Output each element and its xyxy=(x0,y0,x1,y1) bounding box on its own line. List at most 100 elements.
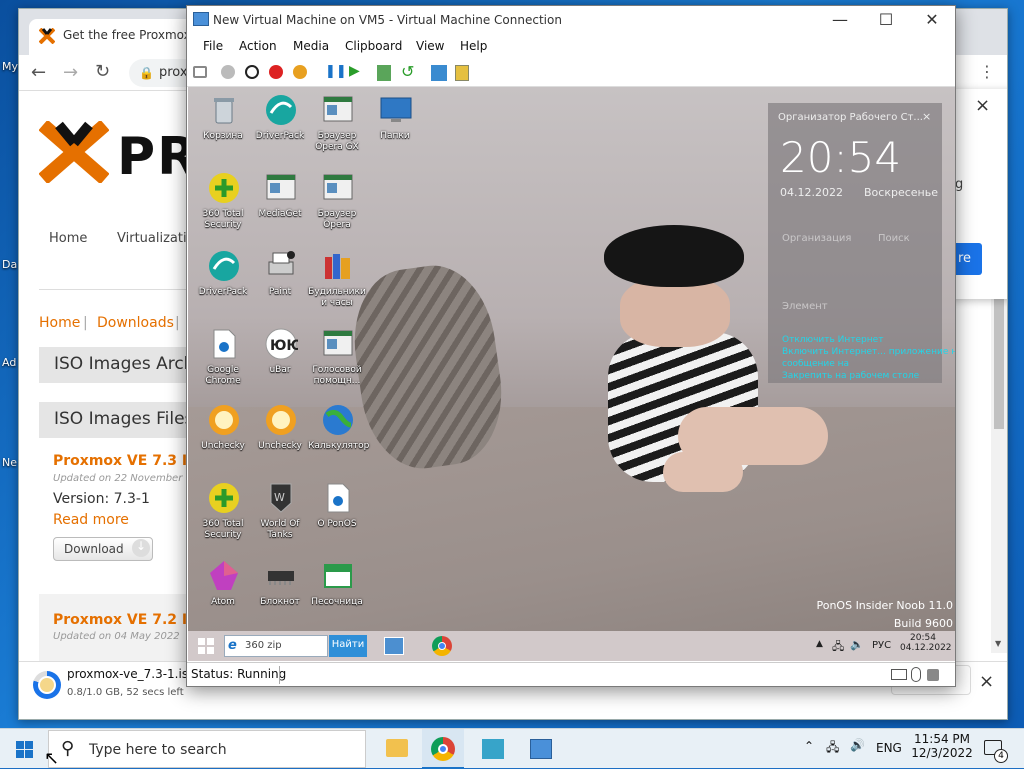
chrome-scrollbar-thumb[interactable] xyxy=(994,299,1004,429)
menu-media[interactable]: Media xyxy=(293,39,329,53)
vm-connection-window: New Virtual Machine on VM5 - Virtual Mac… xyxy=(186,5,956,687)
download-button[interactable]: Download ↓ xyxy=(53,537,153,561)
power-icon[interactable] xyxy=(293,65,307,79)
guest-start-icon[interactable] xyxy=(198,638,214,654)
reload-icon[interactable]: ↻ xyxy=(95,61,110,82)
hyperv-icon[interactable] xyxy=(530,739,552,759)
turn-off-icon[interactable] xyxy=(245,65,259,79)
desktop-icon-label[interactable]: Da xyxy=(2,258,17,271)
desktop-shortcut[interactable]: Песочница xyxy=(308,557,366,629)
gadget-link[interactable]: Отключить Интернет xyxy=(782,335,883,345)
desktop-icon-label[interactable]: Ne xyxy=(2,456,17,469)
nav-virtualization[interactable]: Virtualizati xyxy=(117,231,187,246)
gadget-link[interactable]: Включить Интернет... приложение на xyxy=(782,347,955,357)
clock[interactable]: 11:54 PM 12/3/2022 xyxy=(910,732,974,760)
desktop-shortcut[interactable]: Калькулятор xyxy=(308,401,369,473)
enhanced-session-icon[interactable] xyxy=(431,65,447,81)
pause-icon[interactable]: ❚❚ xyxy=(325,64,347,79)
gadget-organize[interactable]: Организация xyxy=(782,233,851,244)
desktop-shortcut[interactable]: Браузер Opera GX xyxy=(308,91,366,163)
atom-icon xyxy=(207,559,241,593)
desktop-shortcut[interactable]: Браузер Opera xyxy=(308,169,366,241)
resume-icon[interactable]: ▶ xyxy=(349,63,360,79)
network-icon[interactable]: 🖧 xyxy=(826,738,839,759)
gadget-item[interactable]: Элемент xyxy=(782,301,828,312)
desktop-shortcut[interactable]: DriverPack xyxy=(194,247,252,319)
desktop-shortcut[interactable]: ЮЮ uBar xyxy=(251,325,309,397)
guest-desktop[interactable]: Организатор Рабочего Ст... × 20:54 04.12… xyxy=(188,87,955,661)
breadcrumb-downloads[interactable]: Downloads xyxy=(97,315,174,331)
checkpoint-icon[interactable] xyxy=(377,65,391,81)
forward-icon[interactable]: → xyxy=(63,62,78,83)
guest-tray-arrow-icon[interactable]: ▲ xyxy=(816,639,823,649)
minimize-button[interactable]: — xyxy=(817,10,863,32)
gadget-link[interactable]: Закрепить на рабочем столе xyxy=(782,371,919,381)
popup-close-icon[interactable]: × xyxy=(975,95,990,116)
menu-file[interactable]: File xyxy=(203,39,223,53)
desktop-shortcut[interactable]: О PonOS xyxy=(308,479,366,551)
shutdown-icon[interactable] xyxy=(269,65,283,79)
start-icon[interactable] xyxy=(16,741,33,758)
desktop-organizer-gadget[interactable]: Организатор Рабочего Ст... × 20:54 04.12… xyxy=(768,103,955,383)
desktop-shortcut[interactable]: Unchecky xyxy=(194,401,252,473)
guest-chrome-icon[interactable] xyxy=(432,636,452,656)
read-more-link[interactable]: Read more xyxy=(53,512,129,528)
file-explorer-icon[interactable] xyxy=(386,739,408,757)
volume-icon[interactable]: 🔊 xyxy=(850,738,865,752)
section-iso-files[interactable]: ISO Images Files xyxy=(39,402,199,438)
breadcrumb-home[interactable]: Home xyxy=(39,315,80,331)
desktop-shortcut[interactable]: Google Chrome xyxy=(194,325,252,397)
guest-network-icon[interactable]: 🖧 xyxy=(832,638,844,657)
desktop-shortcut[interactable]: Голосовой помощн... xyxy=(308,325,366,397)
downloads-close-icon[interactable]: × xyxy=(979,671,994,692)
taskbar-chrome-button[interactable] xyxy=(422,729,464,769)
menu-clipboard[interactable]: Clipboard xyxy=(345,39,402,53)
desktop-shortcut[interactable]: Будильники и часы xyxy=(308,247,366,319)
nav-home[interactable]: Home xyxy=(49,231,87,246)
desktop-shortcut[interactable]: 360 Total Security xyxy=(194,169,252,241)
guest-language[interactable]: РУС xyxy=(872,640,891,651)
menu-view[interactable]: View xyxy=(416,39,444,53)
ctrl-alt-del-icon[interactable] xyxy=(193,66,207,78)
search-box[interactable]: ⚲ Type here to search xyxy=(48,730,366,768)
scroll-down-icon[interactable]: ▼ xyxy=(995,639,1001,648)
proxmox-logo-icon[interactable] xyxy=(38,119,110,186)
orange-icon xyxy=(207,403,241,437)
address-text[interactable]: prox xyxy=(159,65,188,80)
tray-arrow-icon[interactable]: ⌃ xyxy=(804,739,814,753)
server-manager-icon[interactable] xyxy=(482,739,504,759)
gadget-close-icon[interactable]: × xyxy=(922,110,931,123)
desktop-shortcut[interactable]: Unchecky xyxy=(251,401,309,473)
start-icon[interactable] xyxy=(221,65,235,79)
desktop-icon-label[interactable]: Ad xyxy=(2,356,16,369)
desktop-shortcut[interactable]: Папки xyxy=(366,91,424,163)
guest-volume-icon[interactable]: 🔈 xyxy=(850,638,864,651)
desktop-shortcut[interactable]: Atom xyxy=(194,557,252,629)
tank-icon: W xyxy=(264,481,298,515)
guest-search-button[interactable]: Найти xyxy=(329,635,367,657)
download-filename[interactable]: proxmox-ve_7.3-1.iso xyxy=(67,667,195,681)
desktop-icon-label[interactable]: My xyxy=(2,60,18,73)
back-icon[interactable]: ← xyxy=(31,62,46,83)
desktop-shortcut[interactable]: W World Of Tanks xyxy=(251,479,309,551)
close-button[interactable]: ✕ xyxy=(909,10,955,32)
share-icon[interactable] xyxy=(455,65,469,81)
menu-action[interactable]: Action xyxy=(239,39,277,53)
menu-help[interactable]: Help xyxy=(460,39,487,53)
guest-clock[interactable]: 20:54 04.12.2022 xyxy=(900,633,952,653)
desktop-shortcut[interactable]: Корзина xyxy=(194,91,252,163)
gadget-search[interactable]: Поиск xyxy=(878,233,910,244)
desktop-shortcut[interactable]: 360 Total Security xyxy=(194,479,252,551)
revert-icon[interactable]: ↺ xyxy=(401,62,414,81)
maximize-button[interactable]: ☐ xyxy=(863,10,909,32)
desktop-shortcut[interactable]: MediaGet xyxy=(251,169,309,241)
chrome-menu-icon[interactable]: ⋮ xyxy=(979,62,995,81)
section-iso-archive[interactable]: ISO Images Archiv xyxy=(39,347,199,383)
gadget-link[interactable]: сообщение на xyxy=(782,359,849,369)
desktop-shortcut[interactable]: DriverPack xyxy=(251,91,309,163)
guest-taskbar-app-icon[interactable] xyxy=(384,637,404,655)
guest-search-field[interactable]: e 360 zip xyxy=(224,635,328,657)
desktop-shortcut[interactable]: Блокнот xyxy=(251,557,309,629)
language-indicator[interactable]: ENG xyxy=(876,741,902,755)
desktop-shortcut[interactable]: Paint xyxy=(251,247,309,319)
